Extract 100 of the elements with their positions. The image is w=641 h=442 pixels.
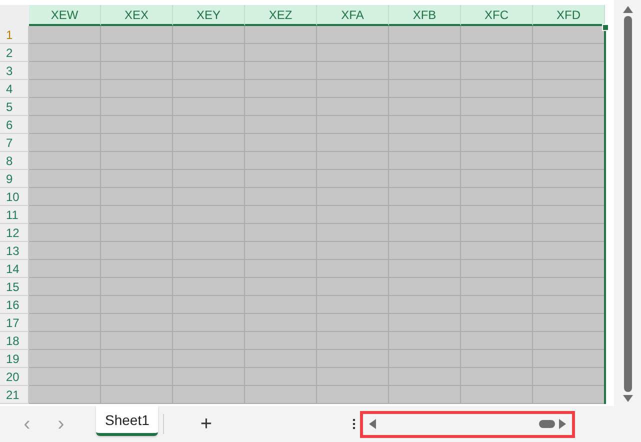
select-all-corner[interactable] xyxy=(0,5,29,26)
row-header[interactable]: 21 xyxy=(0,386,29,404)
column-header[interactable]: XFB xyxy=(389,5,461,26)
cell[interactable] xyxy=(101,44,173,62)
cell[interactable] xyxy=(245,242,317,260)
cell[interactable] xyxy=(101,26,173,44)
cell[interactable] xyxy=(533,296,605,314)
cell[interactable] xyxy=(101,188,173,206)
cell[interactable] xyxy=(533,44,605,62)
cell[interactable] xyxy=(245,224,317,242)
cell[interactable] xyxy=(461,206,533,224)
cell[interactable] xyxy=(461,278,533,296)
cell[interactable] xyxy=(245,296,317,314)
cell[interactable] xyxy=(101,80,173,98)
fill-handle[interactable] xyxy=(602,24,609,31)
cell[interactable] xyxy=(461,62,533,80)
scroll-right-icon[interactable] xyxy=(559,419,566,429)
next-sheet-button[interactable]: › xyxy=(44,412,78,436)
cell[interactable] xyxy=(317,170,389,188)
cell[interactable] xyxy=(389,98,461,116)
cell[interactable] xyxy=(173,170,245,188)
cell[interactable] xyxy=(389,260,461,278)
cell[interactable] xyxy=(101,206,173,224)
cell[interactable] xyxy=(245,170,317,188)
cell[interactable] xyxy=(173,332,245,350)
cell[interactable] xyxy=(101,296,173,314)
cell[interactable] xyxy=(101,170,173,188)
row-header[interactable]: 15 xyxy=(0,278,29,296)
cell[interactable] xyxy=(461,224,533,242)
cell[interactable] xyxy=(101,224,173,242)
cell[interactable] xyxy=(173,152,245,170)
cell[interactable] xyxy=(245,98,317,116)
row-header[interactable]: 14 xyxy=(0,260,29,278)
cell[interactable] xyxy=(389,242,461,260)
cell[interactable] xyxy=(173,188,245,206)
cell[interactable] xyxy=(317,206,389,224)
cell[interactable] xyxy=(317,134,389,152)
cell[interactable] xyxy=(389,314,461,332)
cell[interactable] xyxy=(101,332,173,350)
cell[interactable] xyxy=(173,386,245,404)
cell[interactable] xyxy=(101,242,173,260)
scroll-left-icon[interactable] xyxy=(369,419,376,429)
cell[interactable] xyxy=(173,134,245,152)
row-header[interactable]: 3 xyxy=(0,62,29,80)
cell[interactable] xyxy=(317,242,389,260)
cell[interactable] xyxy=(29,260,101,278)
cell[interactable] xyxy=(101,350,173,368)
cell[interactable] xyxy=(245,260,317,278)
cell[interactable] xyxy=(173,116,245,134)
cell[interactable] xyxy=(533,134,605,152)
cell[interactable] xyxy=(461,80,533,98)
cell[interactable] xyxy=(389,26,461,44)
cell[interactable] xyxy=(317,44,389,62)
vertical-scroll-thumb[interactable] xyxy=(624,16,632,392)
cell[interactable] xyxy=(461,260,533,278)
cell[interactable] xyxy=(101,98,173,116)
cell[interactable] xyxy=(317,314,389,332)
row-header[interactable]: 5 xyxy=(0,98,29,116)
row-header[interactable]: 2 xyxy=(0,44,29,62)
cell[interactable] xyxy=(29,242,101,260)
horizontal-scroll-thumb[interactable] xyxy=(539,420,556,428)
cell[interactable] xyxy=(461,386,533,404)
cell[interactable] xyxy=(389,62,461,80)
row-header[interactable]: 8 xyxy=(0,152,29,170)
cell[interactable] xyxy=(461,350,533,368)
cell[interactable] xyxy=(245,206,317,224)
cell[interactable] xyxy=(533,386,605,404)
cell[interactable] xyxy=(173,224,245,242)
cell[interactable] xyxy=(389,206,461,224)
cell[interactable] xyxy=(173,26,245,44)
cell[interactable] xyxy=(173,206,245,224)
column-header[interactable]: XEZ xyxy=(245,5,317,26)
row-header[interactable]: 11 xyxy=(0,206,29,224)
cell[interactable] xyxy=(29,62,101,80)
more-options-icon[interactable] xyxy=(353,419,356,429)
cell[interactable] xyxy=(533,188,605,206)
cell[interactable] xyxy=(317,152,389,170)
cell[interactable] xyxy=(245,350,317,368)
cell[interactable] xyxy=(101,62,173,80)
cell[interactable] xyxy=(29,224,101,242)
cell[interactable] xyxy=(29,134,101,152)
cell[interactable] xyxy=(245,188,317,206)
row-header[interactable]: 19 xyxy=(0,350,29,368)
row-header[interactable]: 9 xyxy=(0,170,29,188)
cell[interactable] xyxy=(245,368,317,386)
cell[interactable] xyxy=(533,170,605,188)
cell[interactable] xyxy=(461,188,533,206)
row-header[interactable]: 6 xyxy=(0,116,29,134)
cell[interactable] xyxy=(245,386,317,404)
cell[interactable] xyxy=(389,80,461,98)
column-header[interactable]: XFC xyxy=(461,5,533,26)
cell[interactable] xyxy=(29,350,101,368)
cell[interactable] xyxy=(317,98,389,116)
cell[interactable] xyxy=(173,242,245,260)
row-header[interactable]: 1 xyxy=(0,26,29,44)
cell[interactable] xyxy=(29,386,101,404)
cell[interactable] xyxy=(317,332,389,350)
scroll-down-icon[interactable] xyxy=(622,395,632,402)
cell[interactable] xyxy=(101,368,173,386)
cell[interactable] xyxy=(533,260,605,278)
